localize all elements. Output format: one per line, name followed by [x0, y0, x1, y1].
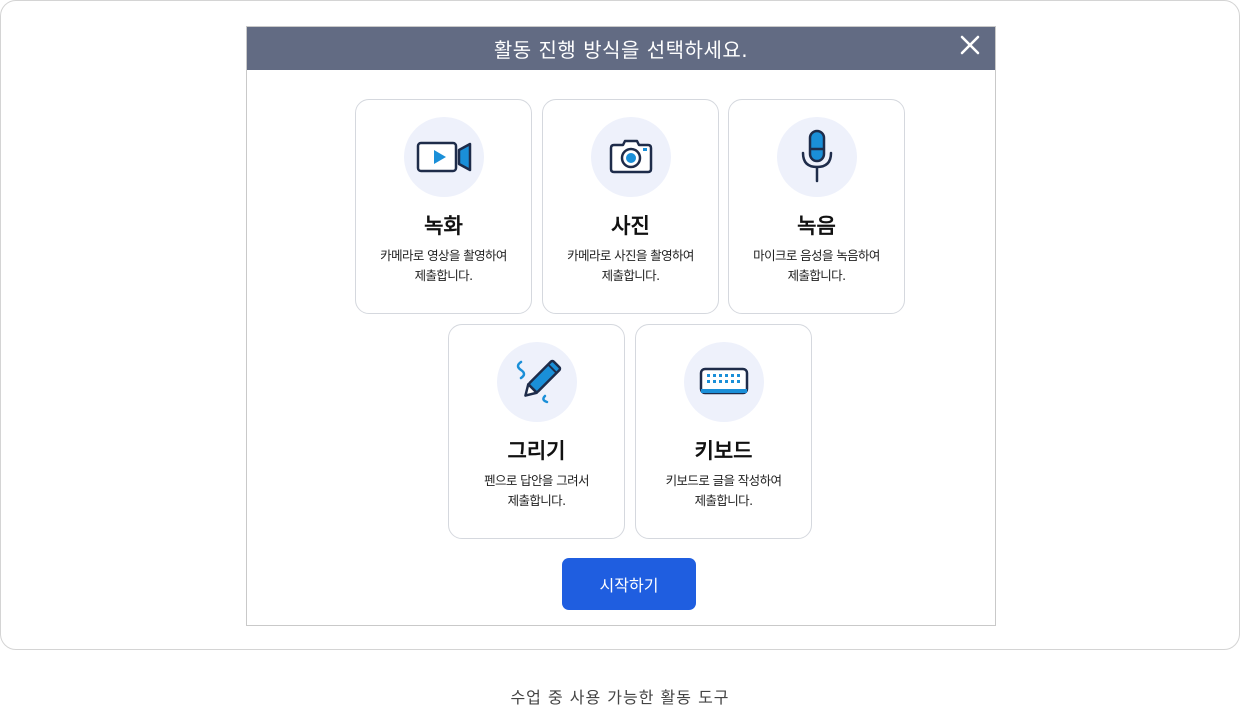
dialog-header: 활동 진행 방식을 선택하세요. [247, 27, 995, 70]
option-title: 녹음 [797, 214, 836, 238]
close-icon [960, 35, 980, 55]
option-title: 키보드 [694, 439, 753, 463]
start-button[interactable]: 시작하기 [562, 558, 696, 610]
option-card-drawing[interactable]: 그리기 펜으로 답안을 그려서 제출합니다. [448, 324, 625, 539]
pen-icon [516, 359, 562, 404]
option-title: 그리기 [507, 439, 566, 463]
option-title: 녹화 [424, 214, 463, 238]
figure-caption: 수업 중 사용 가능한 활동 도구 [510, 688, 730, 707]
option-description: 카메라로 영상을 촬영하여 제출합니다. [380, 248, 507, 283]
option-description: 마이크로 음성을 녹음하여 제출합니다. [753, 248, 880, 283]
keyboard-icon [699, 367, 749, 395]
option-description: 카메라로 사진을 촬영하여 제출합니다. [567, 248, 694, 283]
option-description: 키보드로 글을 작성하여 제출합니다. [665, 473, 782, 508]
option-card-keyboard[interactable]: 키보드 키보드로 글을 작성하여 제출합니다. [635, 324, 812, 539]
dialog-title: 활동 진행 방식을 선택하세요. [493, 38, 749, 62]
close-button[interactable] [959, 34, 981, 56]
activity-mode-dialog: 활동 진행 방식을 선택하세요. 녹화 카메라로 영상을 촬영하여 제출합니다.… [246, 26, 996, 626]
video-camera-icon [416, 141, 472, 173]
figure-frame: 활동 진행 방식을 선택하세요. 녹화 카메라로 영상을 촬영하여 제출합니다.… [0, 0, 1240, 650]
option-card-audio[interactable]: 녹음 마이크로 음성을 녹음하여 제출합니다. [728, 99, 905, 314]
option-description: 펜으로 답안을 그려서 제출합니다. [484, 473, 589, 508]
microphone-icon [801, 129, 833, 183]
option-card-record-video[interactable]: 녹화 카메라로 영상을 촬영하여 제출합니다. [355, 99, 532, 314]
photo-camera-icon [609, 139, 653, 174]
option-card-photo[interactable]: 사진 카메라로 사진을 촬영하여 제출합니다. [542, 99, 719, 314]
option-title: 사진 [611, 214, 650, 238]
